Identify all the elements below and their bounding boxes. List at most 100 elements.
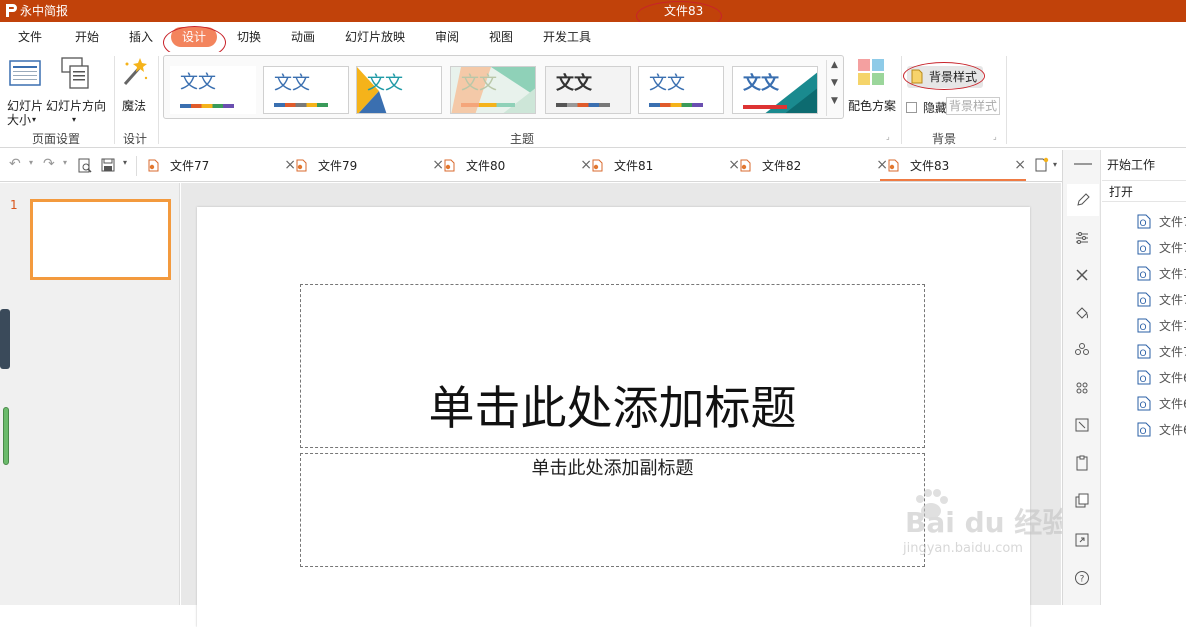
magic-button[interactable]: 魔法 (117, 56, 153, 116)
theme-item-1[interactable]: 文文 (170, 66, 256, 114)
recent-file-label: 文件6 (1159, 397, 1186, 411)
dropdown-caret-icon[interactable]: ▾ (63, 158, 67, 167)
recent-file-item[interactable]: O 文件7 (1137, 343, 1186, 361)
menu-slideshow[interactable]: 幻灯片放映 (345, 30, 405, 44)
dialog-launcher-icon[interactable]: ⌟ (886, 132, 890, 141)
pane-tab-start[interactable] (1067, 184, 1099, 216)
theme-color-bar (461, 103, 515, 107)
recent-file-item[interactable]: O 文件7 (1137, 239, 1186, 257)
scroll-down-icon[interactable]: ▼ (831, 78, 838, 88)
recent-file-item[interactable]: O 文件7 (1137, 213, 1186, 231)
hide-background-checkbox[interactable] (906, 102, 917, 113)
menu-file[interactable]: 文件 (18, 30, 42, 44)
watermark-brand: Bai du 经验 (905, 506, 1071, 539)
crop-icon[interactable] (1074, 417, 1090, 433)
open-section-label[interactable]: 打开 (1109, 185, 1133, 199)
recent-file-label: 文件7 (1159, 293, 1186, 307)
color-scheme-icon (858, 59, 884, 85)
tab-doc-82[interactable]: 文件82 × (740, 150, 888, 181)
tab-doc-83[interactable]: 文件83 × (880, 150, 1026, 181)
recent-file-item[interactable]: O 文件6 (1137, 395, 1186, 413)
undo-icon[interactable]: ↶ (9, 156, 21, 172)
tools-icon[interactable] (1074, 267, 1090, 283)
svg-text:O: O (1139, 297, 1146, 307)
recent-file-label: 文件7 (1159, 241, 1186, 255)
recent-file-label: 文件7 (1159, 267, 1186, 281)
recent-file-item[interactable]: O 文件7 (1137, 265, 1186, 283)
fill-bucket-icon[interactable] (1074, 305, 1090, 321)
task-pane-heading: 开始工作 (1107, 158, 1156, 172)
tab-doc-81[interactable]: 文件81 × (592, 150, 740, 181)
grid-icon[interactable] (1074, 380, 1090, 396)
document-tab-strip: ↶ ▾ ↷ ▾ ▾ 文件77 × 文件79 × 文件80 × 文件81 × 文件… (0, 150, 1062, 182)
slide-thumbnail[interactable] (30, 199, 171, 280)
presentation-file-icon (888, 159, 899, 172)
divider (136, 156, 137, 176)
save-icon[interactable] (101, 158, 115, 172)
gallery-expand-icon[interactable]: ▼ (831, 96, 838, 106)
theme-item-6[interactable]: 文文 (638, 66, 724, 114)
menu-review[interactable]: 审阅 (435, 30, 459, 44)
dialog-launcher-icon[interactable]: ⌟ (993, 132, 997, 141)
theme-item-2[interactable]: 文文 (263, 66, 349, 114)
background-style-small-button[interactable]: 背景样式 (946, 97, 1000, 115)
tab-doc-80[interactable]: 文件80 × (444, 150, 592, 181)
shapes-icon[interactable] (1074, 342, 1090, 358)
new-document-icon[interactable] (1034, 157, 1050, 173)
svg-text:O: O (1139, 427, 1146, 437)
close-icon[interactable]: × (580, 156, 592, 174)
magic-label: 魔法 (122, 99, 147, 113)
recent-file-item[interactable]: O 文件7 (1137, 291, 1186, 309)
tab-label: 文件82 (762, 159, 802, 173)
document-file-icon: O (1137, 214, 1151, 229)
subtitle-placeholder[interactable]: 单击此处添加副标题 (300, 453, 925, 567)
divider (1102, 180, 1186, 181)
help-icon[interactable]: ? (1074, 570, 1090, 586)
menu-transitions[interactable]: 切换 (237, 30, 261, 44)
recent-file-item[interactable]: O 文件6 (1137, 369, 1186, 387)
gallery-scroll[interactable]: ▲ ▼ ▼ (826, 60, 842, 116)
close-icon[interactable]: × (1014, 156, 1026, 174)
slide-canvas[interactable]: 单击此处添加标题 单击此处添加副标题 (197, 207, 1030, 627)
theme-item-3[interactable]: 文文 (356, 66, 442, 114)
menu-insert[interactable]: 插入 (129, 30, 153, 44)
print-preview-icon[interactable] (78, 158, 92, 174)
menu-developer[interactable]: 开发工具 (543, 30, 591, 44)
close-icon[interactable]: × (728, 156, 740, 174)
title-bar: 永中简报 文件83 (0, 0, 1186, 31)
theme-item-5[interactable]: 文文 (545, 66, 631, 114)
title-placeholder[interactable]: 单击此处添加标题 (300, 284, 925, 448)
slide-orientation-button[interactable]: 幻灯片方向 ▾ (46, 56, 110, 126)
collapse-handle-icon[interactable] (1074, 163, 1092, 165)
pencil-icon (1077, 193, 1090, 206)
sliders-icon[interactable] (1074, 230, 1090, 246)
menu-home[interactable]: 开始 (75, 30, 99, 44)
close-icon[interactable]: × (284, 156, 296, 174)
clipboard-icon[interactable] (1074, 455, 1090, 471)
menu-animations[interactable]: 动画 (291, 30, 315, 44)
copy-icon[interactable] (1074, 493, 1090, 509)
recent-file-item[interactable]: O 文件6 (1137, 421, 1186, 439)
close-icon[interactable]: × (432, 156, 444, 174)
recent-file-item[interactable]: O 文件7 (1137, 317, 1186, 335)
theme-color-bar (274, 103, 328, 107)
dropdown-caret-icon[interactable]: ▾ (1053, 160, 1057, 169)
theme-item-7[interactable]: 文文 (732, 66, 818, 114)
tab-doc-79[interactable]: 文件79 × (296, 150, 444, 181)
tab-doc-77[interactable]: 文件77 × (148, 150, 296, 181)
color-scheme-button[interactable]: 配色方案 (846, 56, 898, 120)
slide-orientation-label: 幻灯片方向 (46, 99, 107, 113)
menu-view[interactable]: 视图 (489, 30, 513, 44)
slide-size-button[interactable]: 幻灯片 大小 ▾ (5, 56, 45, 127)
zoom-slider-indicator[interactable] (3, 407, 9, 465)
customize-toolbar-icon[interactable]: ▾ (123, 158, 127, 167)
redo-icon[interactable]: ↷ (43, 156, 55, 172)
dropdown-caret-icon[interactable]: ▾ (29, 158, 33, 167)
theme-item-4[interactable]: 文文 (450, 66, 536, 114)
expand-icon[interactable] (1074, 532, 1090, 548)
presentation-file-icon (148, 159, 159, 172)
task-pane: ? 开始工作 打开 O文件7 O文件7 O文件7 O文件7 O文件7 O文件7 … (1062, 150, 1186, 605)
group-divider (158, 56, 159, 144)
scroll-up-icon[interactable]: ▲ (831, 60, 838, 70)
panel-scroll-handle[interactable] (0, 309, 10, 369)
